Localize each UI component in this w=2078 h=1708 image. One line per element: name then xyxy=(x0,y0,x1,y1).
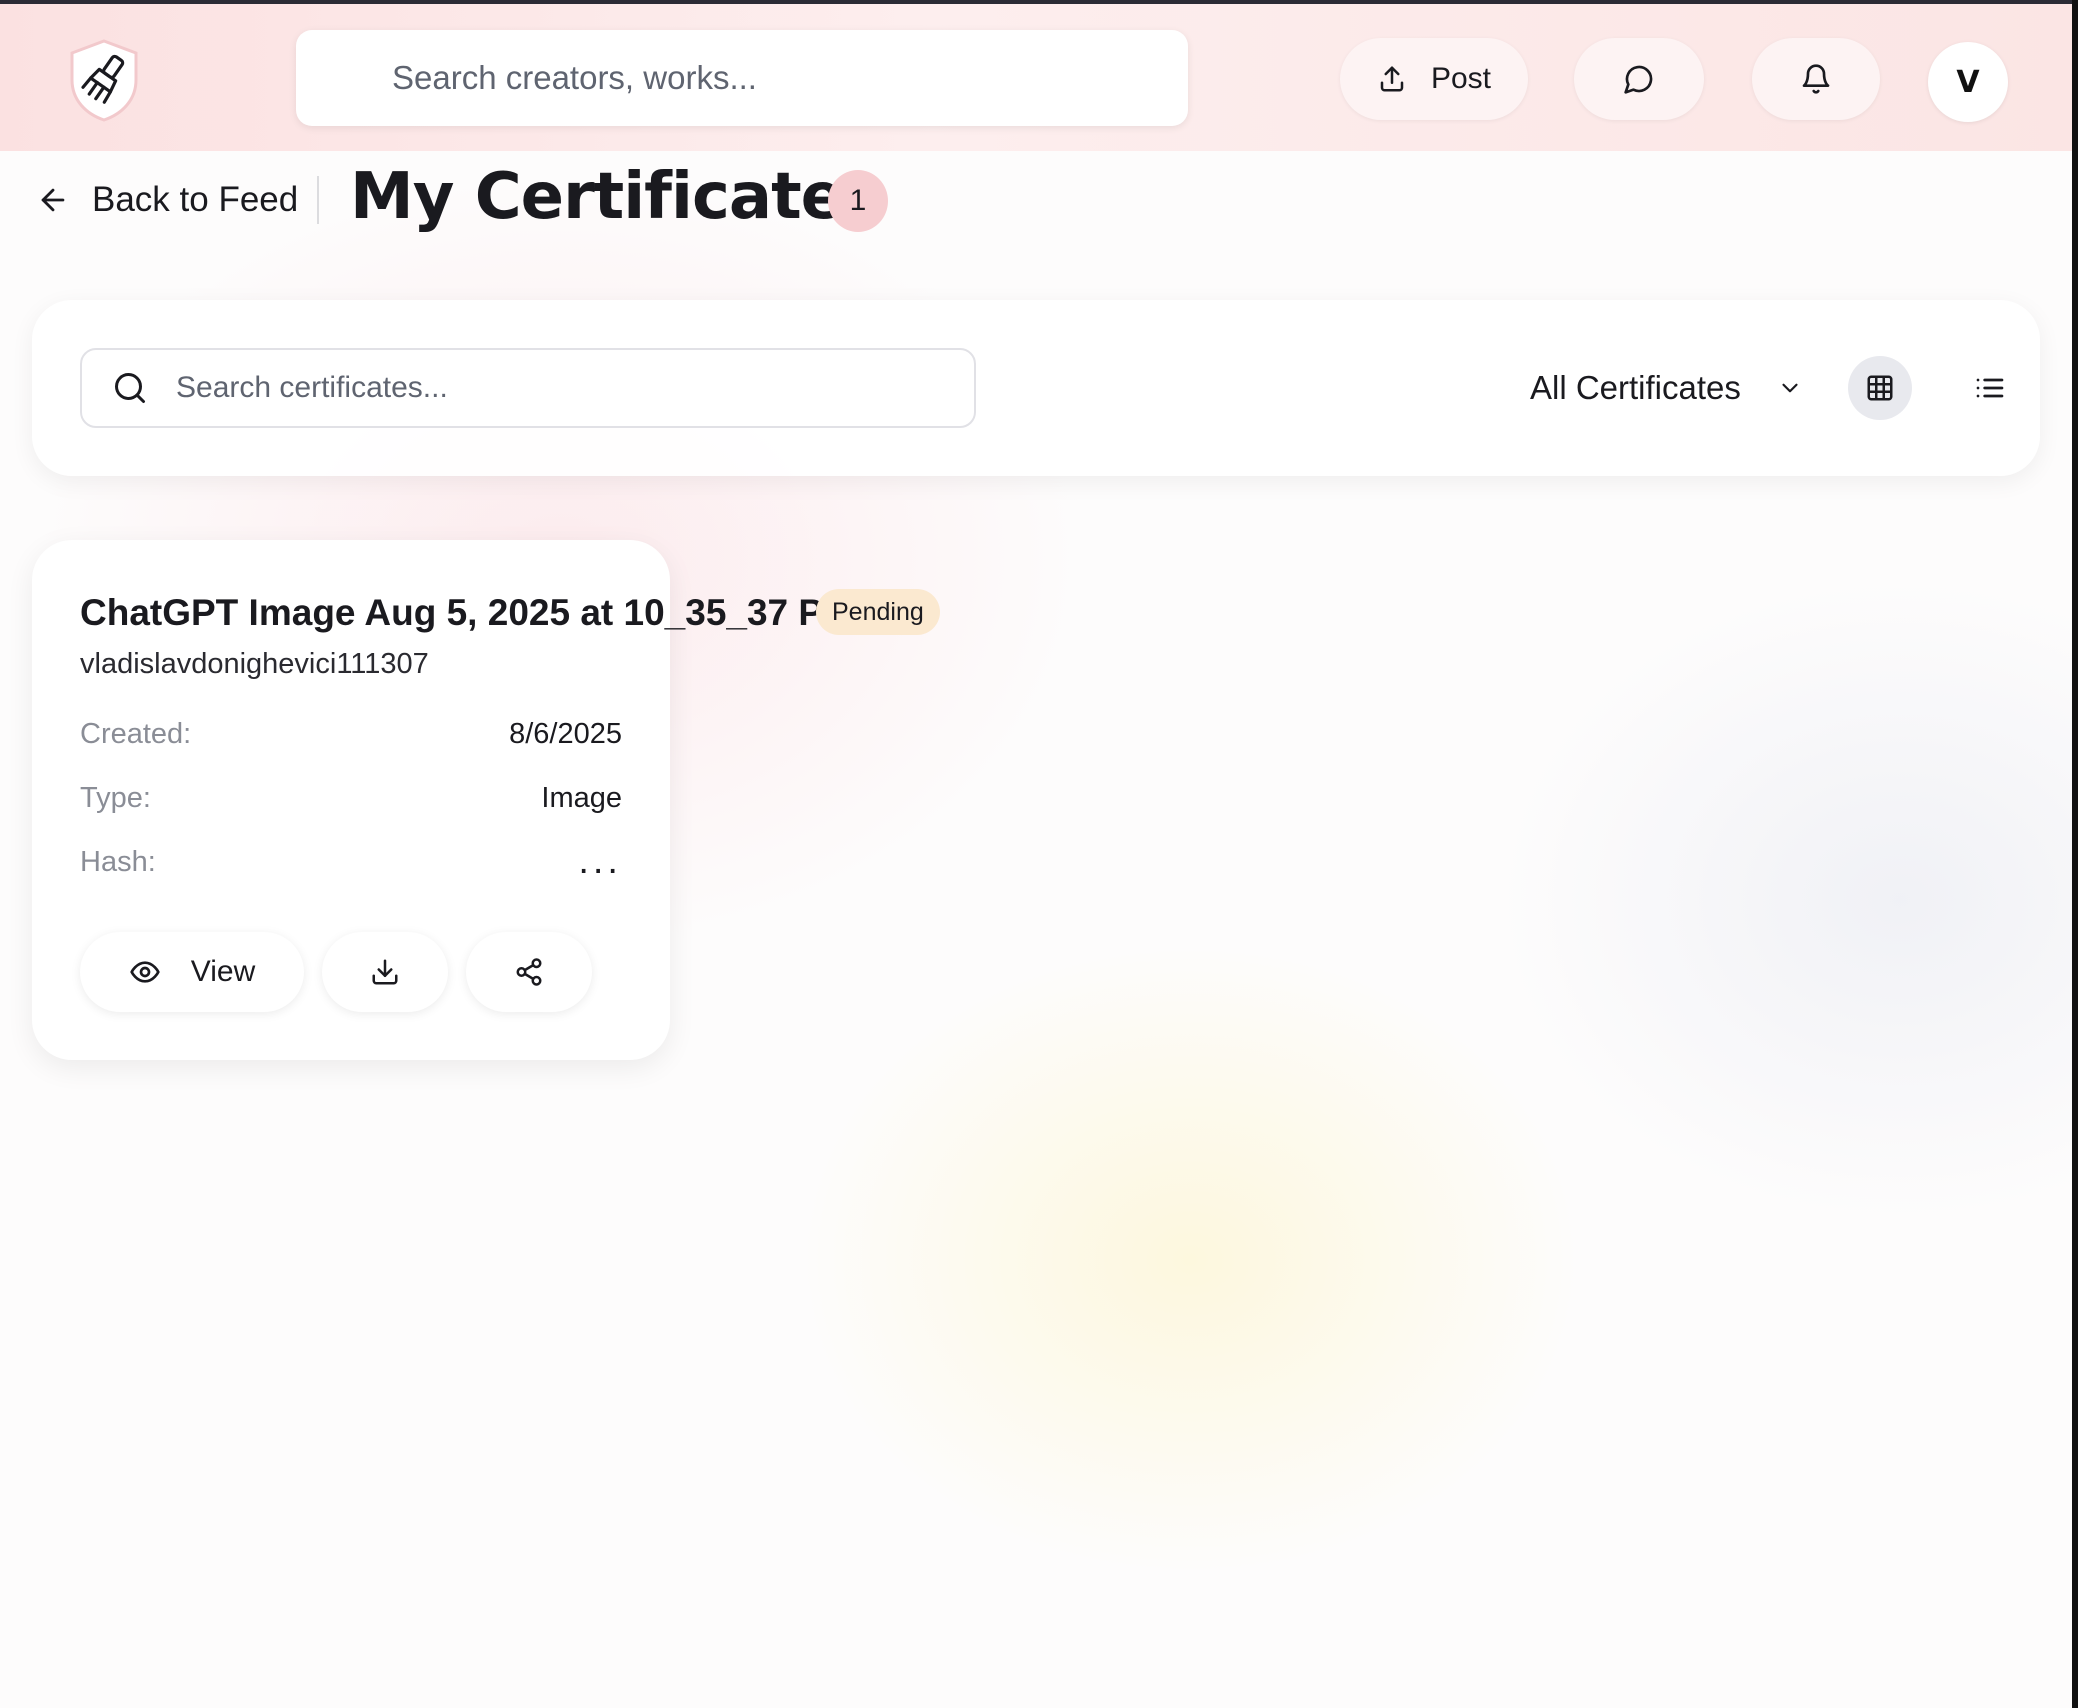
type-label: Type: xyxy=(80,782,151,814)
certificate-title: ChatGPT Image Aug 5, 2025 at 10_35_37 PM xyxy=(80,592,854,633)
created-value: 8/6/2025 xyxy=(509,718,622,750)
brush-shield-logo-icon[interactable] xyxy=(68,38,140,122)
global-search-placeholder: Search creators, works... xyxy=(392,59,757,96)
user-avatar[interactable]: V xyxy=(1928,42,2008,122)
global-search-input[interactable]: Search creators, works... xyxy=(296,30,1188,126)
upload-icon xyxy=(1377,64,1407,94)
list-view-toggle[interactable] xyxy=(1958,356,2022,420)
eye-icon xyxy=(129,956,161,988)
messages-button[interactable] xyxy=(1574,38,1704,120)
certificate-search-input[interactable]: Search certificates... xyxy=(80,348,976,428)
hash-value: ... xyxy=(578,840,622,882)
search-icon xyxy=(112,370,148,406)
message-icon xyxy=(1623,63,1655,95)
type-value: Image xyxy=(541,782,622,814)
notifications-button[interactable] xyxy=(1752,38,1880,120)
certificate-card[interactable]: ChatGPT Image Aug 5, 2025 at 10_35_37 PM… xyxy=(32,540,854,1060)
list-icon xyxy=(1974,372,2006,404)
window-right-border xyxy=(2072,0,2078,1708)
avatar-initial: V xyxy=(1956,64,1980,100)
certificate-type-select[interactable]: All Certificates xyxy=(1530,362,1803,414)
page-title: My Certificates xyxy=(350,160,881,234)
grid-icon xyxy=(1865,373,1895,403)
certificate-count-badge: 1 xyxy=(828,170,888,232)
chevron-down-icon xyxy=(1777,375,1803,401)
back-to-feed-link[interactable]: Back to Feed xyxy=(36,174,298,226)
view-button[interactable]: View xyxy=(80,932,304,1012)
hash-label: Hash: xyxy=(80,846,156,878)
post-button-label: Post xyxy=(1430,62,1492,95)
top-header: Search creators, works... Post V xyxy=(0,4,2072,151)
post-button[interactable]: Post xyxy=(1340,38,1528,120)
view-button-label: View xyxy=(190,955,256,988)
grid-view-toggle[interactable] xyxy=(1848,356,1912,420)
certificate-type-value: All Certificates xyxy=(1530,369,1741,406)
certificate-owner: vladislavdonighevici111307 xyxy=(80,648,429,680)
bell-icon xyxy=(1800,63,1832,95)
share-button[interactable] xyxy=(466,932,592,1012)
certificate-search-placeholder: Search certificates... xyxy=(176,371,448,404)
download-icon xyxy=(370,957,400,987)
arrow-left-icon xyxy=(36,183,70,217)
created-label: Created: xyxy=(80,718,192,750)
status-badge: Pending xyxy=(816,589,940,635)
download-button[interactable] xyxy=(322,932,448,1012)
back-to-feed-label: Back to Feed xyxy=(92,180,299,219)
title-divider xyxy=(317,176,319,224)
share-icon xyxy=(514,957,544,987)
filter-bar: Search certificates... All Certificates xyxy=(32,300,2040,476)
